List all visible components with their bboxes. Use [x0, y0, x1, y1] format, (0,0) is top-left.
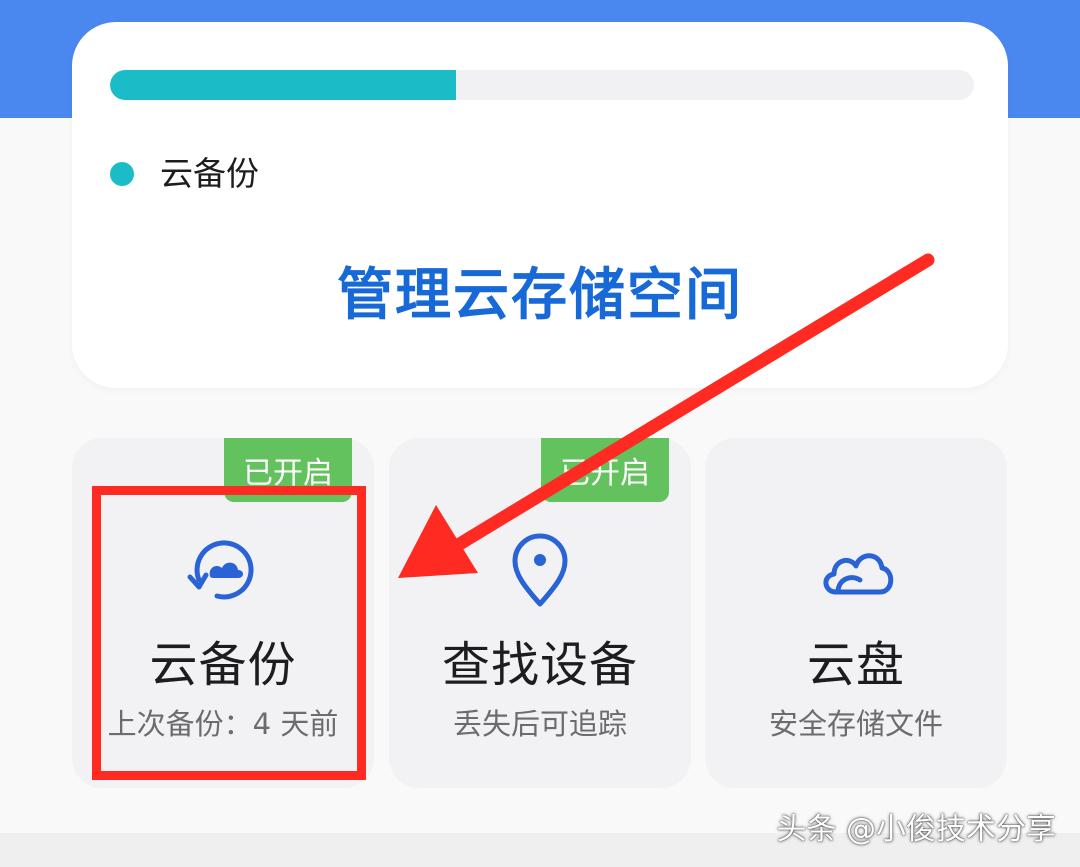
status-badge: 已开启 [541, 438, 669, 502]
storage-progress-bar [110, 70, 974, 100]
storage-legend-label: 云备份 [160, 154, 259, 193]
card-subtitle: 丢失后可追踪 [452, 707, 627, 741]
card-subtitle: 安全存储文件 [768, 707, 943, 741]
storage-card: 云备份 管理云存储空间 [72, 22, 1008, 388]
cloud-drive-card[interactable]: 云盘 安全存储文件 [705, 438, 1007, 788]
card-title: 云盘 [806, 637, 905, 693]
cloud-drive-icon [823, 553, 894, 595]
cloud-backup-legend-dot [110, 162, 134, 186]
location-pin-icon [512, 533, 568, 607]
manage-cloud-storage-link[interactable]: 管理云存储空间 [72, 260, 1008, 332]
storage-progress-fill [110, 70, 456, 100]
find-device-card[interactable]: 已开启 查找设备 丢失后可追踪 [389, 438, 691, 788]
card-title: 查找设备 [441, 637, 638, 693]
watermark-text: 头条 @小俊技术分享 [776, 812, 1056, 847]
highlight-box [92, 486, 366, 780]
